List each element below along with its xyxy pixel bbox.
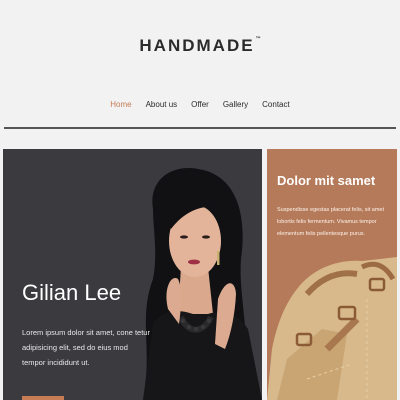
nav-item-offer[interactable]: Offer bbox=[191, 100, 209, 109]
hero-text: Lorem ipsum dolor sit amet, cone tetur a… bbox=[22, 328, 150, 367]
hero-banner: Gilian Lee Lorem ipsum dolor sit amet, c… bbox=[3, 149, 262, 400]
logo-text: HANDMADE bbox=[139, 36, 255, 55]
promo-panel: Dolor mit samet Suspendisse egestas plac… bbox=[267, 149, 397, 400]
hero-title: Gilian Lee bbox=[22, 280, 122, 305]
nav-item-about-us[interactable]: About us bbox=[146, 100, 178, 109]
nav-item-gallery[interactable]: Gallery bbox=[223, 100, 248, 109]
hero-button[interactable] bbox=[22, 396, 64, 400]
nav-item-home[interactable]: Home bbox=[110, 100, 131, 109]
header-divider bbox=[4, 127, 396, 129]
nav-item-contact[interactable]: Contact bbox=[262, 100, 290, 109]
logo[interactable]: HANDMADE™ bbox=[0, 36, 400, 56]
promo-text: Suspendisse egestas placerat felis, sit … bbox=[277, 207, 385, 237]
promo-title: Dolor mit samet bbox=[277, 173, 376, 188]
site-header: HANDMADE™ Home About us Offer Gallery Co… bbox=[0, 0, 400, 148]
main-nav: Home About us Offer Gallery Contact bbox=[0, 100, 400, 109]
logo-trademark: ™ bbox=[255, 36, 261, 42]
